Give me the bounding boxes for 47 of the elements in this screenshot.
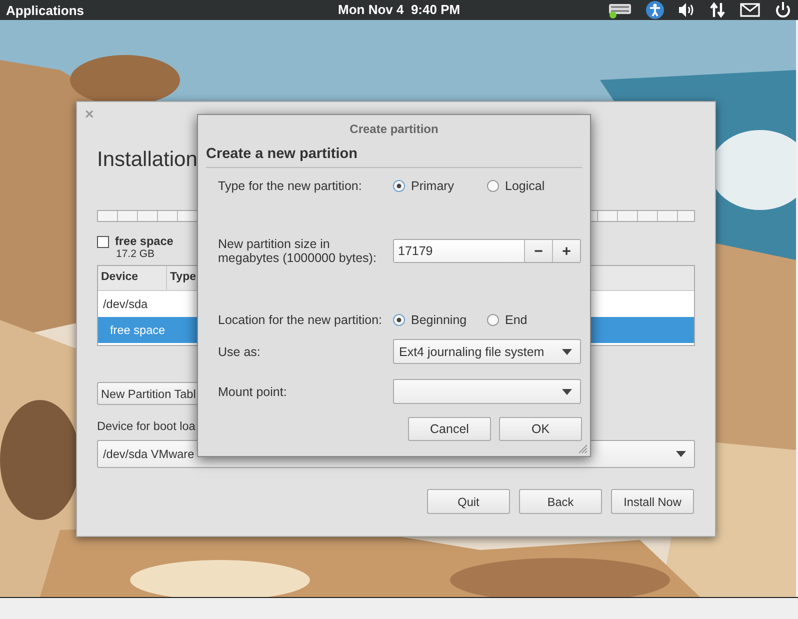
radio-button[interactable] [393,180,405,192]
applications-menu[interactable]: Applications [0,2,84,18]
dialog-button[interactable]: Quit [427,489,510,514]
accessibility-icon[interactable] [646,1,664,19]
decrement-button[interactable]: − [524,240,552,262]
keyboard-icon[interactable] [608,1,632,19]
radio-button[interactable] [487,314,499,326]
dialog-heading: Create a new partition [206,146,582,168]
radio-option[interactable]: Primary [393,179,487,193]
resize-grip-icon[interactable] [578,444,588,454]
radio-option[interactable]: Beginning [393,313,487,327]
field-label: Mount point: [218,384,288,398]
dialog-title: Create partition [348,121,440,138]
use-as-dropdown[interactable]: Ext4 journaling file system [393,339,581,364]
field-label: Type for the new partition: [218,179,363,193]
network-icon[interactable] [709,1,726,19]
dropdown-value: Ext4 journaling file system [399,344,544,358]
dialog-button[interactable]: Install Now [611,489,694,514]
spin-value: 17179 [394,240,524,262]
column-header[interactable]: Device [98,266,167,290]
power-icon[interactable] [774,1,792,19]
partition-size: 17.2 GB [115,248,156,260]
radio-button[interactable] [393,314,405,326]
boot-loader-label: Device for boot loa [97,419,196,433]
radio-option[interactable]: Logical [487,179,581,193]
mail-icon[interactable] [740,1,760,19]
radio-option[interactable]: End [487,313,581,327]
dialog-button[interactable]: OK [499,417,582,441]
dropdown-value: /dev/sda VMware [103,447,194,461]
clock[interactable]: Mon Nov 4 9:40 PM [338,2,460,17]
dialog-button[interactable]: Back [519,489,602,514]
table-cell-text: /dev/sda [102,297,148,311]
caret-icon [562,348,572,354]
caret-icon [562,388,572,394]
field-label: Use as: [218,344,262,358]
table-cell-text: free space [109,323,166,337]
field-label: New partition size in megabytes (1000000 bytes): [218,237,378,265]
size-spinbox[interactable]: 17179 − + [393,239,581,263]
caret-icon [676,451,686,457]
dialog-button[interactable]: Cancel [408,417,491,441]
page-heading: Installation [97,148,198,172]
volume-icon[interactable] [678,1,695,19]
partition-label: free space [115,234,174,248]
increment-button[interactable]: + [552,240,580,262]
radio-button[interactable] [487,180,499,192]
checkbox[interactable] [97,236,109,248]
field-label: Location for the new partition: [218,313,383,327]
